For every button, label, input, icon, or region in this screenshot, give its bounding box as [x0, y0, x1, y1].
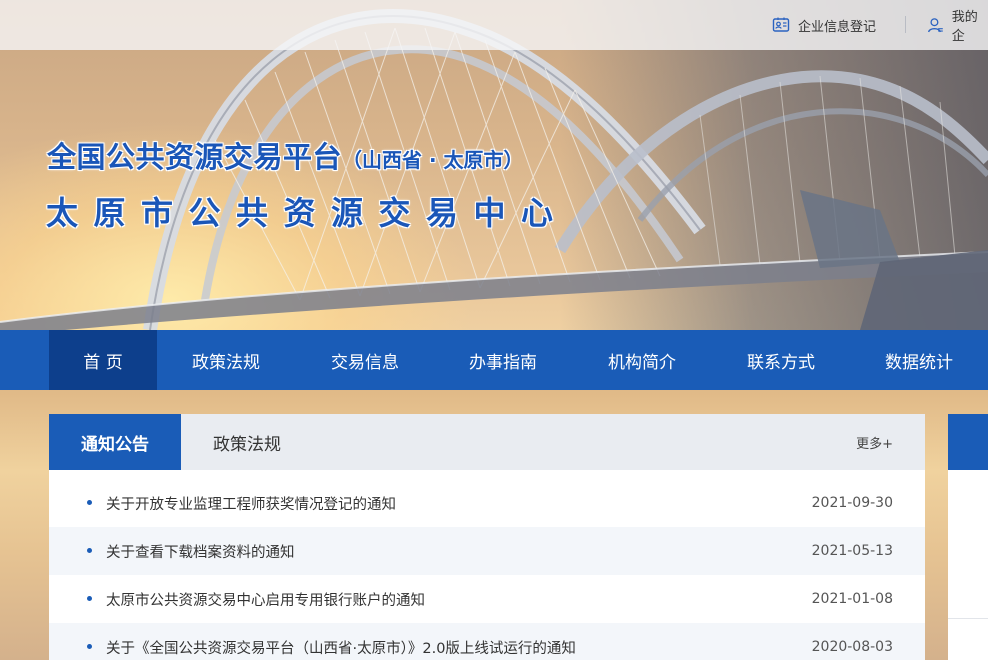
bullet-dot-icon: [87, 644, 92, 649]
bullet-dot-icon: [87, 548, 92, 553]
my-account-link[interactable]: 我的企: [927, 10, 988, 44]
nav-home[interactable]: 首 页: [49, 330, 157, 390]
tab-notices[interactable]: 通知公告: [49, 414, 181, 470]
platform-title: 全国公共资源交易平台（山西省 · 太原市）: [47, 134, 524, 176]
user-icon: [928, 18, 943, 33]
nav-policy[interactable]: 政策法规: [172, 330, 280, 390]
notice-date: 2021-09-30: [811, 495, 893, 511]
nav-statistics[interactable]: 数据统计: [865, 330, 973, 390]
notice-panel: 通知公告 政策法规 更多+ 关于开放专业监理工程师获奖情况登记的通知 2021-…: [49, 414, 925, 660]
side-panel-divider: [948, 618, 988, 619]
notice-title[interactable]: 太原市公共资源交易中心启用专用银行账户的通知: [106, 589, 425, 610]
notice-row: 关于查看下载档案资料的通知 2021-05-13: [49, 527, 925, 575]
notice-title[interactable]: 关于查看下载档案资料的通知: [106, 541, 295, 562]
bullet-dot-icon: [87, 500, 92, 505]
center-title: 太原市公共资源交易中心: [46, 194, 569, 232]
nav-guide[interactable]: 办事指南: [449, 330, 557, 390]
notice-date: 2021-01-08: [811, 591, 893, 607]
notice-date: 2021-05-13: [811, 543, 893, 559]
enterprise-register-link[interactable]: 企业信息登记: [772, 15, 876, 35]
notice-title[interactable]: 关于开放专业监理工程师获奖情况登记的通知: [106, 493, 396, 514]
tab-policy[interactable]: 政策法规: [181, 414, 313, 470]
main-nav: 首 页 政策法规 交易信息 办事指南 机构简介 联系方式 数据统计: [0, 330, 988, 390]
platform-title-main: 全国公共资源交易平台: [47, 140, 343, 174]
more-link[interactable]: 更多+: [856, 433, 893, 452]
side-panel-header: [948, 414, 988, 470]
topbar-divider: [905, 16, 906, 33]
my-account-label: 我的企: [951, 10, 978, 44]
notice-row: 关于《全国公共资源交易平台（山西省·太原市）》2.0版上线试运行的通知 2020…: [49, 623, 925, 660]
notice-tabbar: 通知公告 政策法规 更多+: [49, 414, 925, 470]
nav-about[interactable]: 机构简介: [588, 330, 696, 390]
nav-contact[interactable]: 联系方式: [727, 330, 835, 390]
enterprise-register-label: 企业信息登记: [798, 19, 877, 35]
top-utility-bar: 企业信息登记 我的企: [0, 0, 988, 50]
notice-row: 太原市公共资源交易中心启用专用银行账户的通知 2021-01-08: [49, 575, 925, 623]
platform-title-region: （山西省 · 太原市）: [342, 148, 524, 172]
side-panel: [948, 414, 988, 660]
notice-row: 关于开放专业监理工程师获奖情况登记的通知 2021-09-30: [49, 479, 925, 527]
notice-date: 2020-08-03: [811, 639, 893, 655]
nav-trade-info[interactable]: 交易信息: [311, 330, 419, 390]
bullet-dot-icon: [87, 596, 92, 601]
notice-title[interactable]: 关于《全国公共资源交易平台（山西省·太原市）》2.0版上线试运行的通知: [106, 637, 576, 658]
id-card-icon: [772, 17, 790, 32]
